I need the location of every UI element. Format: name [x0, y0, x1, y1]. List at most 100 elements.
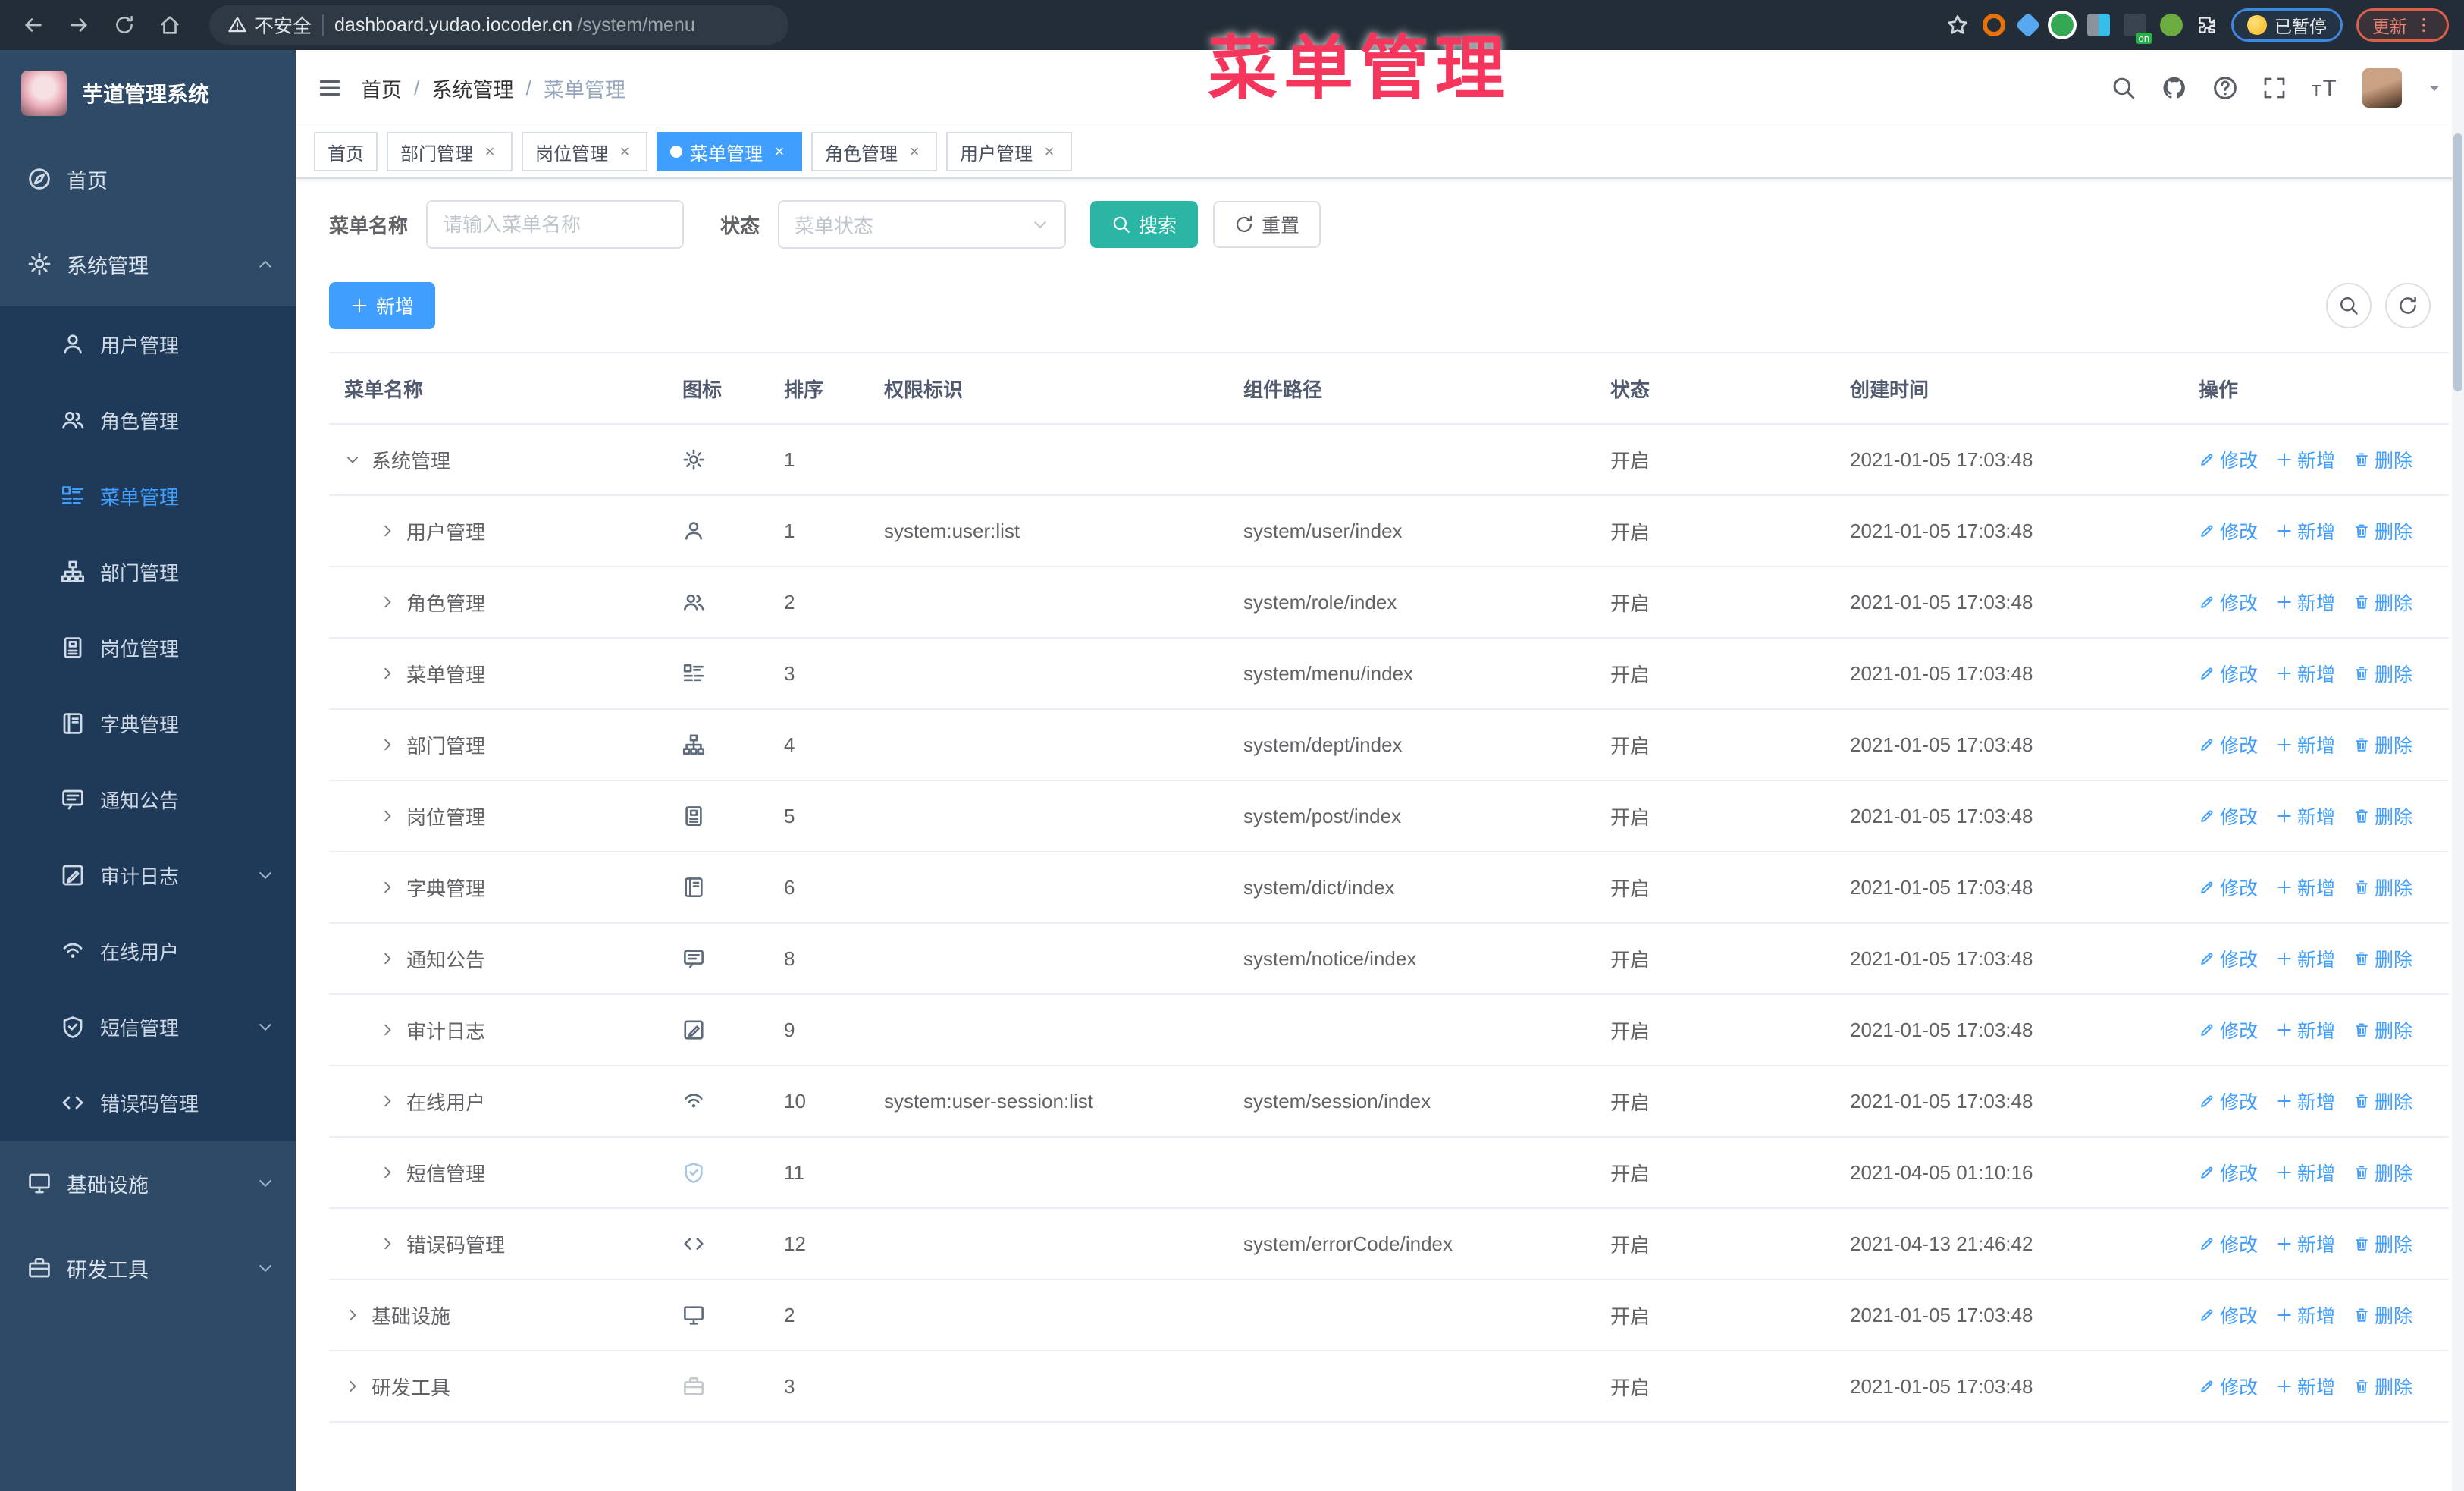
reset-button[interactable]: 重置: [1213, 201, 1321, 248]
edit-link[interactable]: 修改: [2199, 1159, 2258, 1186]
edit-link[interactable]: 修改: [2199, 1016, 2258, 1044]
extension-icon-monkey[interactable]: [2160, 14, 2183, 36]
close-icon[interactable]: ×: [905, 142, 923, 162]
address-bar[interactable]: 不安全 dashboard.yudao.iocoder.cn/system/me…: [209, 5, 788, 45]
edit-link[interactable]: 修改: [2199, 1301, 2258, 1329]
header-search-icon[interactable]: [2111, 75, 2136, 101]
sidebar-item-role[interactable]: 角色管理: [0, 382, 296, 458]
sidebar-item-notice[interactable]: 通知公告: [0, 761, 296, 837]
sidebar-item-menu[interactable]: 菜单管理: [0, 458, 296, 534]
sidebar-item-dict[interactable]: 字典管理: [0, 686, 296, 761]
delete-link[interactable]: 删除: [2353, 1373, 2412, 1400]
delete-link[interactable]: 删除: [2353, 874, 2412, 901]
delete-link[interactable]: 删除: [2353, 1016, 2412, 1044]
paused-badge[interactable]: 已暂停: [2231, 8, 2343, 42]
expand-expand-icon[interactable]: [379, 1093, 396, 1110]
font-size-icon[interactable]: TT: [2311, 74, 2338, 102]
sidebar-item-audit[interactable]: 审计日志: [0, 837, 296, 913]
breadcrumb-home[interactable]: 首页: [361, 74, 402, 103]
delete-link[interactable]: 删除: [2353, 589, 2412, 616]
add-link[interactable]: 新增: [2276, 589, 2335, 616]
sidebar-item-home[interactable]: 首页: [0, 137, 296, 221]
add-link[interactable]: 新增: [2276, 945, 2335, 972]
page-scrollbar[interactable]: [2452, 50, 2464, 1491]
edit-link[interactable]: 修改: [2199, 1230, 2258, 1257]
sidebar-item-dept[interactable]: 部门管理: [0, 534, 296, 610]
refresh-table-button[interactable]: [2385, 283, 2431, 328]
status-select[interactable]: 菜单状态: [778, 200, 1067, 249]
menu-name-input[interactable]: [426, 200, 685, 249]
scrollbar-thumb[interactable]: [2453, 133, 2462, 391]
expand-expand-icon[interactable]: [344, 1307, 361, 1323]
browser-back-button[interactable]: [15, 7, 52, 43]
expand-expand-icon[interactable]: [379, 736, 396, 753]
close-icon[interactable]: ×: [1040, 142, 1058, 162]
delete-link[interactable]: 删除: [2353, 802, 2412, 830]
add-link[interactable]: 新增: [2276, 660, 2335, 687]
close-icon[interactable]: ×: [770, 142, 788, 162]
avatar-caret-icon[interactable]: [2426, 80, 2443, 96]
add-link[interactable]: 新增: [2276, 802, 2335, 830]
delete-link[interactable]: 删除: [2353, 1301, 2412, 1329]
sidebar-item-sms[interactable]: 短信管理: [0, 989, 296, 1065]
github-icon[interactable]: [2161, 74, 2188, 102]
delete-link[interactable]: 删除: [2353, 660, 2412, 687]
expand-expand-icon[interactable]: [379, 950, 396, 967]
sidebar-item-infra[interactable]: 基础设施: [0, 1141, 296, 1226]
delete-link[interactable]: 删除: [2353, 945, 2412, 972]
tab-home[interactable]: 首页: [314, 132, 378, 171]
extensions-puzzle-icon[interactable]: [2196, 14, 2218, 36]
edit-link[interactable]: 修改: [2199, 945, 2258, 972]
expand-expand-icon[interactable]: [379, 523, 396, 539]
expand-expand-icon[interactable]: [379, 1164, 396, 1181]
browser-reload-button[interactable]: [106, 7, 143, 43]
add-link[interactable]: 新增: [2276, 1301, 2335, 1329]
edit-link[interactable]: 修改: [2199, 446, 2258, 473]
sidebar-item-devtools[interactable]: 研发工具: [0, 1226, 296, 1311]
fullscreen-icon[interactable]: [2262, 76, 2287, 100]
add-link[interactable]: 新增: [2276, 1230, 2335, 1257]
delete-link[interactable]: 删除: [2353, 446, 2412, 473]
add-link[interactable]: 新增: [2276, 446, 2335, 473]
sidebar-item-errcode[interactable]: 错误码管理: [0, 1065, 296, 1141]
bookmark-star-icon[interactable]: [1946, 14, 1969, 36]
edit-link[interactable]: 修改: [2199, 1373, 2258, 1400]
edit-link[interactable]: 修改: [2199, 874, 2258, 901]
add-link[interactable]: 新增: [2276, 1088, 2335, 1115]
tab-post[interactable]: 岗位管理 ×: [522, 132, 647, 171]
extension-icon-green-check[interactable]: [2051, 14, 2074, 36]
close-icon[interactable]: ×: [616, 142, 634, 162]
edit-link[interactable]: 修改: [2199, 1088, 2258, 1115]
breadcrumb-system[interactable]: 系统管理: [432, 74, 514, 103]
sidebar-item-post[interactable]: 岗位管理: [0, 610, 296, 686]
expand-collapse-icon[interactable]: [344, 451, 361, 468]
delete-link[interactable]: 删除: [2353, 1088, 2412, 1115]
add-link[interactable]: 新增: [2276, 731, 2335, 758]
delete-link[interactable]: 删除: [2353, 731, 2412, 758]
edit-link[interactable]: 修改: [2199, 731, 2258, 758]
browser-home-button[interactable]: [152, 7, 188, 43]
extension-icon-toggle[interactable]: [2087, 14, 2110, 36]
tab-menu[interactable]: 菜单管理 ×: [657, 132, 802, 171]
expand-expand-icon[interactable]: [344, 1378, 361, 1395]
browser-update-button[interactable]: 更新: [2356, 8, 2449, 42]
delete-link[interactable]: 删除: [2353, 1230, 2412, 1257]
edit-link[interactable]: 修改: [2199, 589, 2258, 616]
hamburger-icon[interactable]: [317, 75, 343, 101]
expand-expand-icon[interactable]: [379, 879, 396, 896]
expand-expand-icon[interactable]: [379, 1022, 396, 1038]
sidebar-item-user[interactable]: 用户管理: [0, 306, 296, 382]
edit-link[interactable]: 修改: [2199, 660, 2258, 687]
edit-link[interactable]: 修改: [2199, 802, 2258, 830]
extension-icon-orange[interactable]: [1983, 14, 2005, 36]
expand-expand-icon[interactable]: [379, 665, 396, 682]
close-icon[interactable]: ×: [481, 142, 499, 162]
tab-user[interactable]: 用户管理 ×: [946, 132, 1072, 171]
delete-link[interactable]: 删除: [2353, 517, 2412, 545]
add-link[interactable]: 新增: [2276, 1016, 2335, 1044]
edit-link[interactable]: 修改: [2199, 517, 2258, 545]
extension-icon-dark-on[interactable]: on: [2124, 14, 2152, 44]
add-link[interactable]: 新增: [2276, 1373, 2335, 1400]
tab-dept[interactable]: 部门管理 ×: [387, 132, 513, 171]
add-link[interactable]: 新增: [2276, 874, 2335, 901]
